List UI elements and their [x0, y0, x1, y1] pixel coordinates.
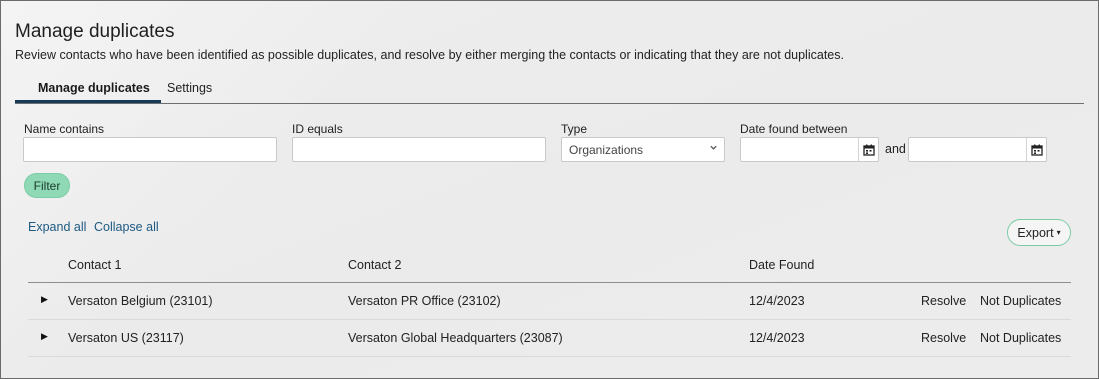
not-duplicates-link[interactable]: Not Duplicates	[980, 294, 1061, 308]
type-label: Type	[561, 122, 588, 136]
expand-row-icon[interactable]: ▶	[41, 294, 48, 305]
column-header-contact-1: Contact 1	[68, 258, 122, 272]
page-title: Manage duplicates	[15, 21, 175, 42]
name-contains-input[interactable]	[23, 137, 277, 162]
calendar-icon[interactable]	[1026, 138, 1046, 161]
contact-2-link[interactable]: Versaton PR Office (23102)	[348, 294, 501, 308]
date-from-field[interactable]	[740, 137, 879, 162]
contact-1-link[interactable]: Versaton US (23117)	[68, 331, 184, 345]
date-to-field[interactable]	[908, 137, 1047, 162]
export-button[interactable]: Export ▾	[1007, 219, 1071, 246]
table-row: ▶ Versaton US (23117) Versaton Global He…	[28, 320, 1071, 357]
date-found-cell: 12/4/2023	[749, 331, 805, 345]
name-contains-label: Name contains	[24, 122, 105, 136]
expand-row-icon[interactable]: ▶	[41, 331, 48, 342]
contact-2-link[interactable]: Versaton Global Headquarters (23087)	[348, 331, 563, 345]
column-header-date-found: Date Found	[749, 258, 815, 272]
tab-bar: Manage duplicates Settings	[15, 79, 1084, 104]
date-found-label: Date found between	[740, 122, 848, 136]
manage-duplicates-page: Manage duplicates Review contacts who ha…	[0, 0, 1099, 379]
expand-all-link[interactable]: Expand all	[28, 220, 86, 234]
date-and-label: and	[885, 142, 906, 156]
page-description: Review contacts who have been identified…	[15, 48, 844, 62]
resolve-link[interactable]: Resolve	[921, 294, 966, 308]
id-equals-label: ID equals	[292, 122, 343, 136]
calendar-icon[interactable]	[858, 138, 878, 161]
caret-down-icon: ▾	[1056, 228, 1061, 237]
type-select[interactable]: Organizations	[561, 137, 725, 162]
type-select-value: Organizations	[569, 143, 644, 157]
not-duplicates-link[interactable]: Not Duplicates	[980, 331, 1061, 345]
export-label: Export	[1017, 225, 1054, 240]
tab-manage-duplicates[interactable]: Manage duplicates	[15, 81, 161, 103]
id-equals-input[interactable]	[292, 137, 546, 162]
contact-1-link[interactable]: Versaton Belgium (23101)	[68, 294, 213, 308]
resolve-link[interactable]: Resolve	[921, 331, 966, 345]
tab-settings[interactable]: Settings	[167, 81, 212, 101]
chevron-down-icon	[709, 143, 718, 154]
filter-button[interactable]: Filter	[24, 173, 70, 198]
collapse-all-link[interactable]: Collapse all	[94, 220, 159, 234]
column-header-contact-2: Contact 2	[348, 258, 402, 272]
date-found-cell: 12/4/2023	[749, 294, 805, 308]
table-row: ▶ Versaton Belgium (23101) Versaton PR O…	[28, 283, 1071, 320]
